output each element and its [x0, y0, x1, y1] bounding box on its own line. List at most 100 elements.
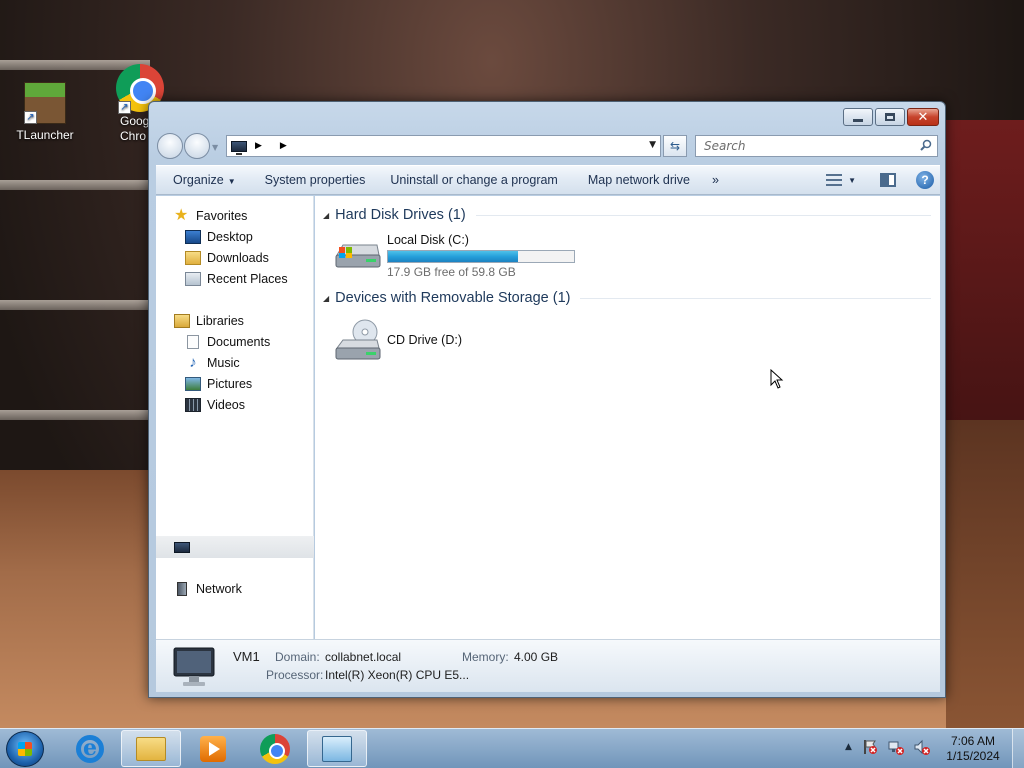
desktop-icon: [185, 230, 201, 244]
group-divider: [580, 297, 931, 299]
monitor-icon: [173, 647, 215, 686]
domain-value: collabnet.local: [325, 650, 402, 664]
close-button[interactable]: ✕: [907, 108, 939, 126]
computer-name: VM1: [233, 649, 260, 664]
desktop-icon-tlauncher[interactable]: ↗ TLauncher: [5, 82, 85, 142]
computer-explorer-window: ✕ ▼ ▶ ▶ ▼ ⇆ Search Organize ▼ System prop…: [148, 101, 946, 698]
clock[interactable]: 7:06 AM 1/15/2024: [942, 734, 1004, 764]
folder-icon: [136, 736, 166, 761]
group-header-hard-disk-drives[interactable]: ◢ Hard Disk Drives (1): [323, 207, 931, 223]
system-properties-icon: [322, 735, 352, 762]
documents-icon: [187, 335, 199, 349]
command-bar: Organize ▼ System properties Uninstall or…: [156, 165, 940, 195]
drive-usage-bar: [387, 250, 575, 263]
help-icon: ?: [921, 173, 929, 187]
group-divider: [475, 214, 931, 216]
taskbar-windows-explorer[interactable]: [121, 730, 181, 767]
forward-button[interactable]: [184, 133, 210, 159]
shelf-4: [0, 410, 150, 420]
hard-drive-icon: [333, 233, 381, 273]
processor-value: Intel(R) Xeon(R) CPU E5...: [325, 668, 470, 682]
taskbar-system-properties[interactable]: [307, 730, 367, 767]
navigation-buttons: ▼: [157, 133, 218, 159]
chevron-down-icon: ▼: [227, 177, 236, 186]
drive-cd-drive-d[interactable]: CD Drive (D:): [333, 318, 462, 364]
drive-usage-fill: [388, 251, 519, 262]
show-hidden-icons-button[interactable]: ▲: [845, 742, 852, 752]
preview-pane-button[interactable]: [880, 173, 896, 187]
nav-favorites[interactable]: ★ Favorites: [174, 206, 332, 226]
shelf-2: [0, 180, 150, 190]
minecraft-icon: ↗: [24, 82, 66, 124]
media-player-icon: [200, 735, 226, 762]
change-view-button[interactable]: ▼: [826, 173, 856, 187]
maximize-icon: [885, 113, 895, 121]
address-bar[interactable]: ▶ ▶ ▼: [226, 135, 661, 157]
libraries-icon: [174, 314, 190, 328]
search-icon[interactable]: [920, 139, 932, 151]
help-button[interactable]: ?: [916, 171, 934, 189]
recent-pages-dropdown-icon[interactable]: ▼: [212, 143, 218, 159]
clock-date: 1/15/2024: [946, 749, 1000, 763]
domain-label: Domain:: [275, 650, 320, 664]
minimize-icon: [853, 118, 863, 122]
address-history-dropdown-icon[interactable]: ▼: [649, 140, 656, 150]
internet-explorer-icon: [76, 734, 104, 763]
refresh-icon: ⇆: [669, 139, 681, 153]
collapse-triangle-icon[interactable]: ◢: [323, 211, 329, 220]
nav-libraries[interactable]: Libraries: [174, 311, 332, 331]
show-desktop-button[interactable]: [1012, 729, 1024, 768]
collapse-triangle-icon[interactable]: ◢: [323, 294, 329, 303]
search-placeholder: Search: [704, 139, 746, 153]
map-network-drive-button[interactable]: Map network drive: [558, 173, 690, 187]
network-status-icon[interactable]: [888, 739, 904, 755]
computer-icon: [174, 541, 190, 553]
breadcrumb-separator-icon[interactable]: ▶: [255, 141, 262, 151]
volume-muted-icon[interactable]: [914, 739, 930, 755]
nav-network[interactable]: Network: [174, 579, 332, 599]
memory-label: Memory:: [462, 650, 509, 664]
system-tray: ▲: [845, 739, 930, 755]
maximize-button[interactable]: [875, 108, 905, 126]
processor-label: Processor:: [266, 668, 324, 682]
pictures-icon: [185, 377, 201, 391]
organize-button[interactable]: Organize ▼: [156, 173, 236, 187]
shelf-3: [0, 300, 150, 310]
music-note-icon: ♪: [189, 354, 197, 371]
desktop-wallpaper-floor-right: [946, 420, 1024, 728]
computer-icon: [231, 140, 247, 155]
chrome-icon: [260, 733, 290, 764]
chevron-down-icon: ▼: [848, 175, 856, 185]
command-bar-right: ▼ ?: [826, 171, 934, 189]
downloads-folder-icon: [185, 251, 201, 265]
taskbar-media-player[interactable]: [183, 730, 243, 767]
cd-drive-icon: [333, 318, 381, 364]
close-icon: ✕: [917, 109, 929, 125]
refresh-button[interactable]: ⇆: [663, 135, 687, 157]
memory-value: 4.00 GB: [514, 650, 559, 664]
recent-places-icon: [185, 272, 201, 286]
drive-local-disk-c[interactable]: Local Disk (C:) 17.9 GB free of 59.8 GB: [333, 233, 575, 279]
mouse-cursor-icon: [770, 369, 784, 389]
details-pane: VM1 Domain: collabnet.local Memory: 4.00…: [156, 639, 940, 692]
minimize-button[interactable]: [843, 108, 873, 126]
breadcrumb-separator-icon[interactable]: ▶: [280, 141, 287, 151]
drive-name: CD Drive (D:): [387, 333, 462, 347]
uninstall-program-button[interactable]: Uninstall or change a program: [365, 173, 557, 187]
group-header-removable-storage[interactable]: ◢ Devices with Removable Storage (1): [323, 290, 931, 306]
more-commands-button[interactable]: »: [690, 173, 719, 187]
taskbar-google-chrome[interactable]: [245, 730, 305, 767]
start-button[interactable]: [6, 731, 44, 767]
system-properties-button[interactable]: System properties: [236, 173, 366, 187]
taskbar-internet-explorer[interactable]: [60, 730, 120, 767]
navigation-pane: ★ Favorites Desktop Downloads Recent Pla…: [156, 196, 314, 639]
action-center-flag-icon[interactable]: [862, 739, 878, 755]
drive-free-space: 17.9 GB free of 59.8 GB: [387, 265, 516, 279]
search-input[interactable]: Search: [695, 135, 938, 157]
star-icon: ★: [174, 207, 189, 224]
nav-computer[interactable]: [156, 536, 314, 558]
content-pane: ◢ Hard Disk Drives (1) Local Disk (C:) 1…: [315, 196, 940, 639]
videos-icon: [185, 398, 201, 412]
back-button[interactable]: [157, 133, 183, 159]
shortcut-arrow-icon: ↗: [118, 101, 131, 114]
